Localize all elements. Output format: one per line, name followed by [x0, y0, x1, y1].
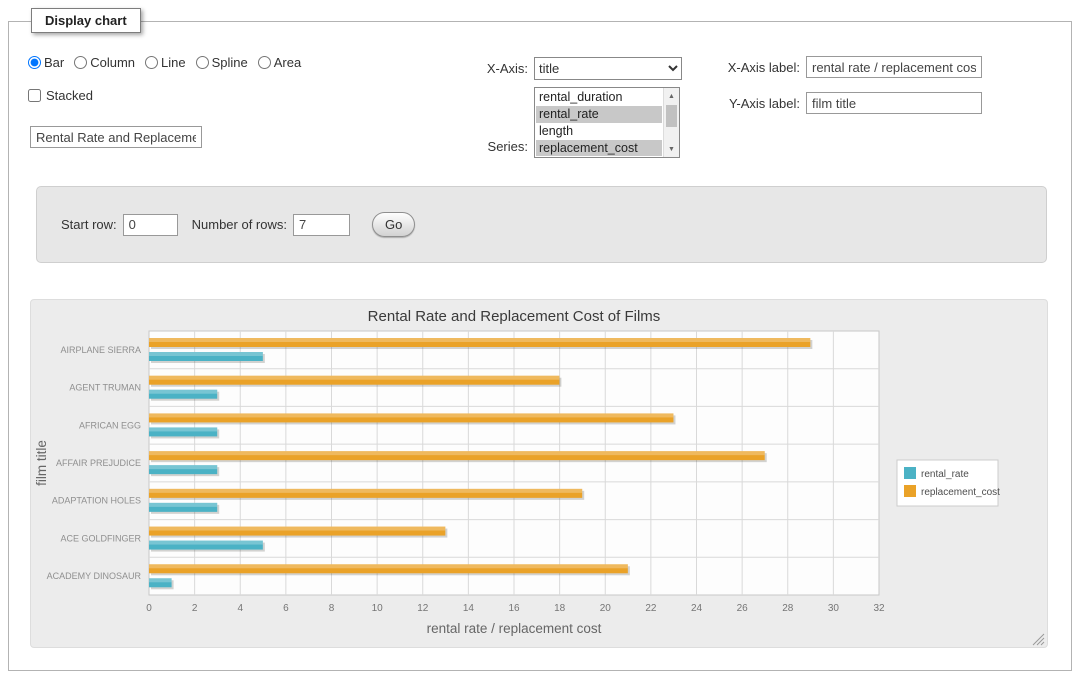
x-axis-select-label: X-Axis: [430, 61, 528, 76]
scrollbar-thumb[interactable] [666, 105, 677, 127]
svg-text:ACE GOLDFINGER: ACE GOLDFINGER [60, 533, 141, 543]
chart-type-radio-area[interactable]: Area [258, 55, 301, 70]
resize-grip-icon[interactable] [1033, 634, 1044, 645]
scroll-up-icon[interactable]: ▲ [664, 88, 679, 104]
x-axis-select[interactable]: title [534, 57, 682, 80]
number-of-rows-input[interactable] [293, 214, 350, 236]
stacked-label: Stacked [46, 88, 93, 103]
svg-text:10: 10 [372, 603, 384, 614]
start-row-label: Start row: [61, 217, 117, 232]
svg-text:AFRICAN EGG: AFRICAN EGG [79, 420, 141, 430]
chart-type-radio-text-line: Line [161, 55, 186, 70]
svg-text:AIRPLANE SIERRA: AIRPLANE SIERRA [60, 345, 141, 355]
row-range-panel: Start row: Number of rows: Go [36, 186, 1047, 263]
chart-type-radio-input-column[interactable] [74, 56, 87, 69]
svg-text:ACADEMY DINOSAUR: ACADEMY DINOSAUR [47, 571, 142, 581]
stacked-option[interactable]: Stacked [28, 88, 93, 103]
chart-type-radio-text-spline: Spline [212, 55, 248, 70]
svg-text:rental rate / replacement cost: rental rate / replacement cost [427, 621, 602, 636]
svg-text:12: 12 [417, 603, 429, 614]
chart-type-radio-text-bar: Bar [44, 55, 64, 70]
series-listbox-label: Series: [430, 139, 528, 154]
series-listbox[interactable]: rental_durationrental_ratelengthreplacem… [534, 87, 680, 158]
x-axis-label-input[interactable] [806, 56, 982, 78]
svg-text:30: 30 [828, 603, 840, 614]
svg-text:AGENT TRUMAN: AGENT TRUMAN [69, 383, 141, 393]
chart-type-radio-line[interactable]: Line [145, 55, 186, 70]
svg-text:AFFAIR PREJUDICE: AFFAIR PREJUDICE [56, 458, 141, 468]
start-row-input[interactable] [123, 214, 178, 236]
svg-text:6: 6 [283, 603, 289, 614]
svg-text:4: 4 [237, 603, 243, 614]
stacked-checkbox[interactable] [28, 89, 41, 102]
chart-type-radios: Bar Column Line Spline Area [28, 55, 301, 70]
svg-text:22: 22 [645, 603, 657, 614]
chart-type-radio-column[interactable]: Column [74, 55, 135, 70]
go-button[interactable]: Go [372, 212, 415, 237]
svg-text:14: 14 [463, 603, 475, 614]
chart-svg: 02468101214161820222426283032AIRPLANE SI… [31, 300, 1049, 649]
chart-type-radio-bar[interactable]: Bar [28, 55, 64, 70]
svg-text:18: 18 [554, 603, 566, 614]
chart-type-radio-input-spline[interactable] [196, 56, 209, 69]
chart-type-radio-text-column: Column [90, 55, 135, 70]
series-option-rental_duration[interactable]: rental_duration [536, 89, 662, 106]
chart-panel: 02468101214161820222426283032AIRPLANE SI… [30, 299, 1048, 648]
chart-type-radio-spline[interactable]: Spline [196, 55, 248, 70]
series-listbox-scrollbar[interactable]: ▲ ▼ [663, 88, 679, 157]
svg-text:24: 24 [691, 603, 703, 614]
x-axis-label-label: X-Axis label: [700, 60, 800, 75]
series-option-length[interactable]: length [536, 123, 662, 140]
chart-legend: rental_rate replacement_cost [897, 460, 1000, 506]
chart-title-input[interactable] [30, 126, 202, 148]
y-axis-label-input[interactable] [806, 92, 982, 114]
scroll-down-icon[interactable]: ▼ [664, 141, 679, 157]
series-listbox-options: rental_durationrental_ratelengthreplacem… [536, 89, 662, 156]
y-axis-label-label: Y-Axis label: [700, 96, 800, 111]
svg-text:28: 28 [782, 603, 794, 614]
svg-text:ADAPTATION HOLES: ADAPTATION HOLES [52, 496, 141, 506]
page: Display chart Bar Column Line Spline Area St… [0, 0, 1081, 681]
chart-type-radio-input-bar[interactable] [28, 56, 41, 69]
svg-text:film title: film title [34, 440, 49, 486]
chart-type-radio-input-line[interactable] [145, 56, 158, 69]
series-option-rental_rate[interactable]: rental_rate [536, 106, 662, 123]
svg-text:8: 8 [329, 603, 335, 614]
svg-text:Rental Rate and Replacement Co: Rental Rate and Replacement Cost of Film… [368, 308, 661, 325]
svg-text:26: 26 [737, 603, 749, 614]
svg-text:rental_rate: rental_rate [921, 469, 969, 480]
svg-text:20: 20 [600, 603, 612, 614]
chart-type-radio-input-area[interactable] [258, 56, 271, 69]
svg-text:16: 16 [508, 603, 520, 614]
svg-text:replacement_cost: replacement_cost [921, 487, 1000, 498]
chart-type-radio-text-area: Area [274, 55, 301, 70]
svg-text:32: 32 [873, 603, 885, 614]
series-option-replacement_cost[interactable]: replacement_cost [536, 140, 662, 156]
display-chart-legend: Display chart [31, 8, 141, 33]
svg-text:2: 2 [192, 603, 198, 614]
number-of-rows-label: Number of rows: [192, 217, 287, 232]
svg-text:0: 0 [146, 603, 152, 614]
